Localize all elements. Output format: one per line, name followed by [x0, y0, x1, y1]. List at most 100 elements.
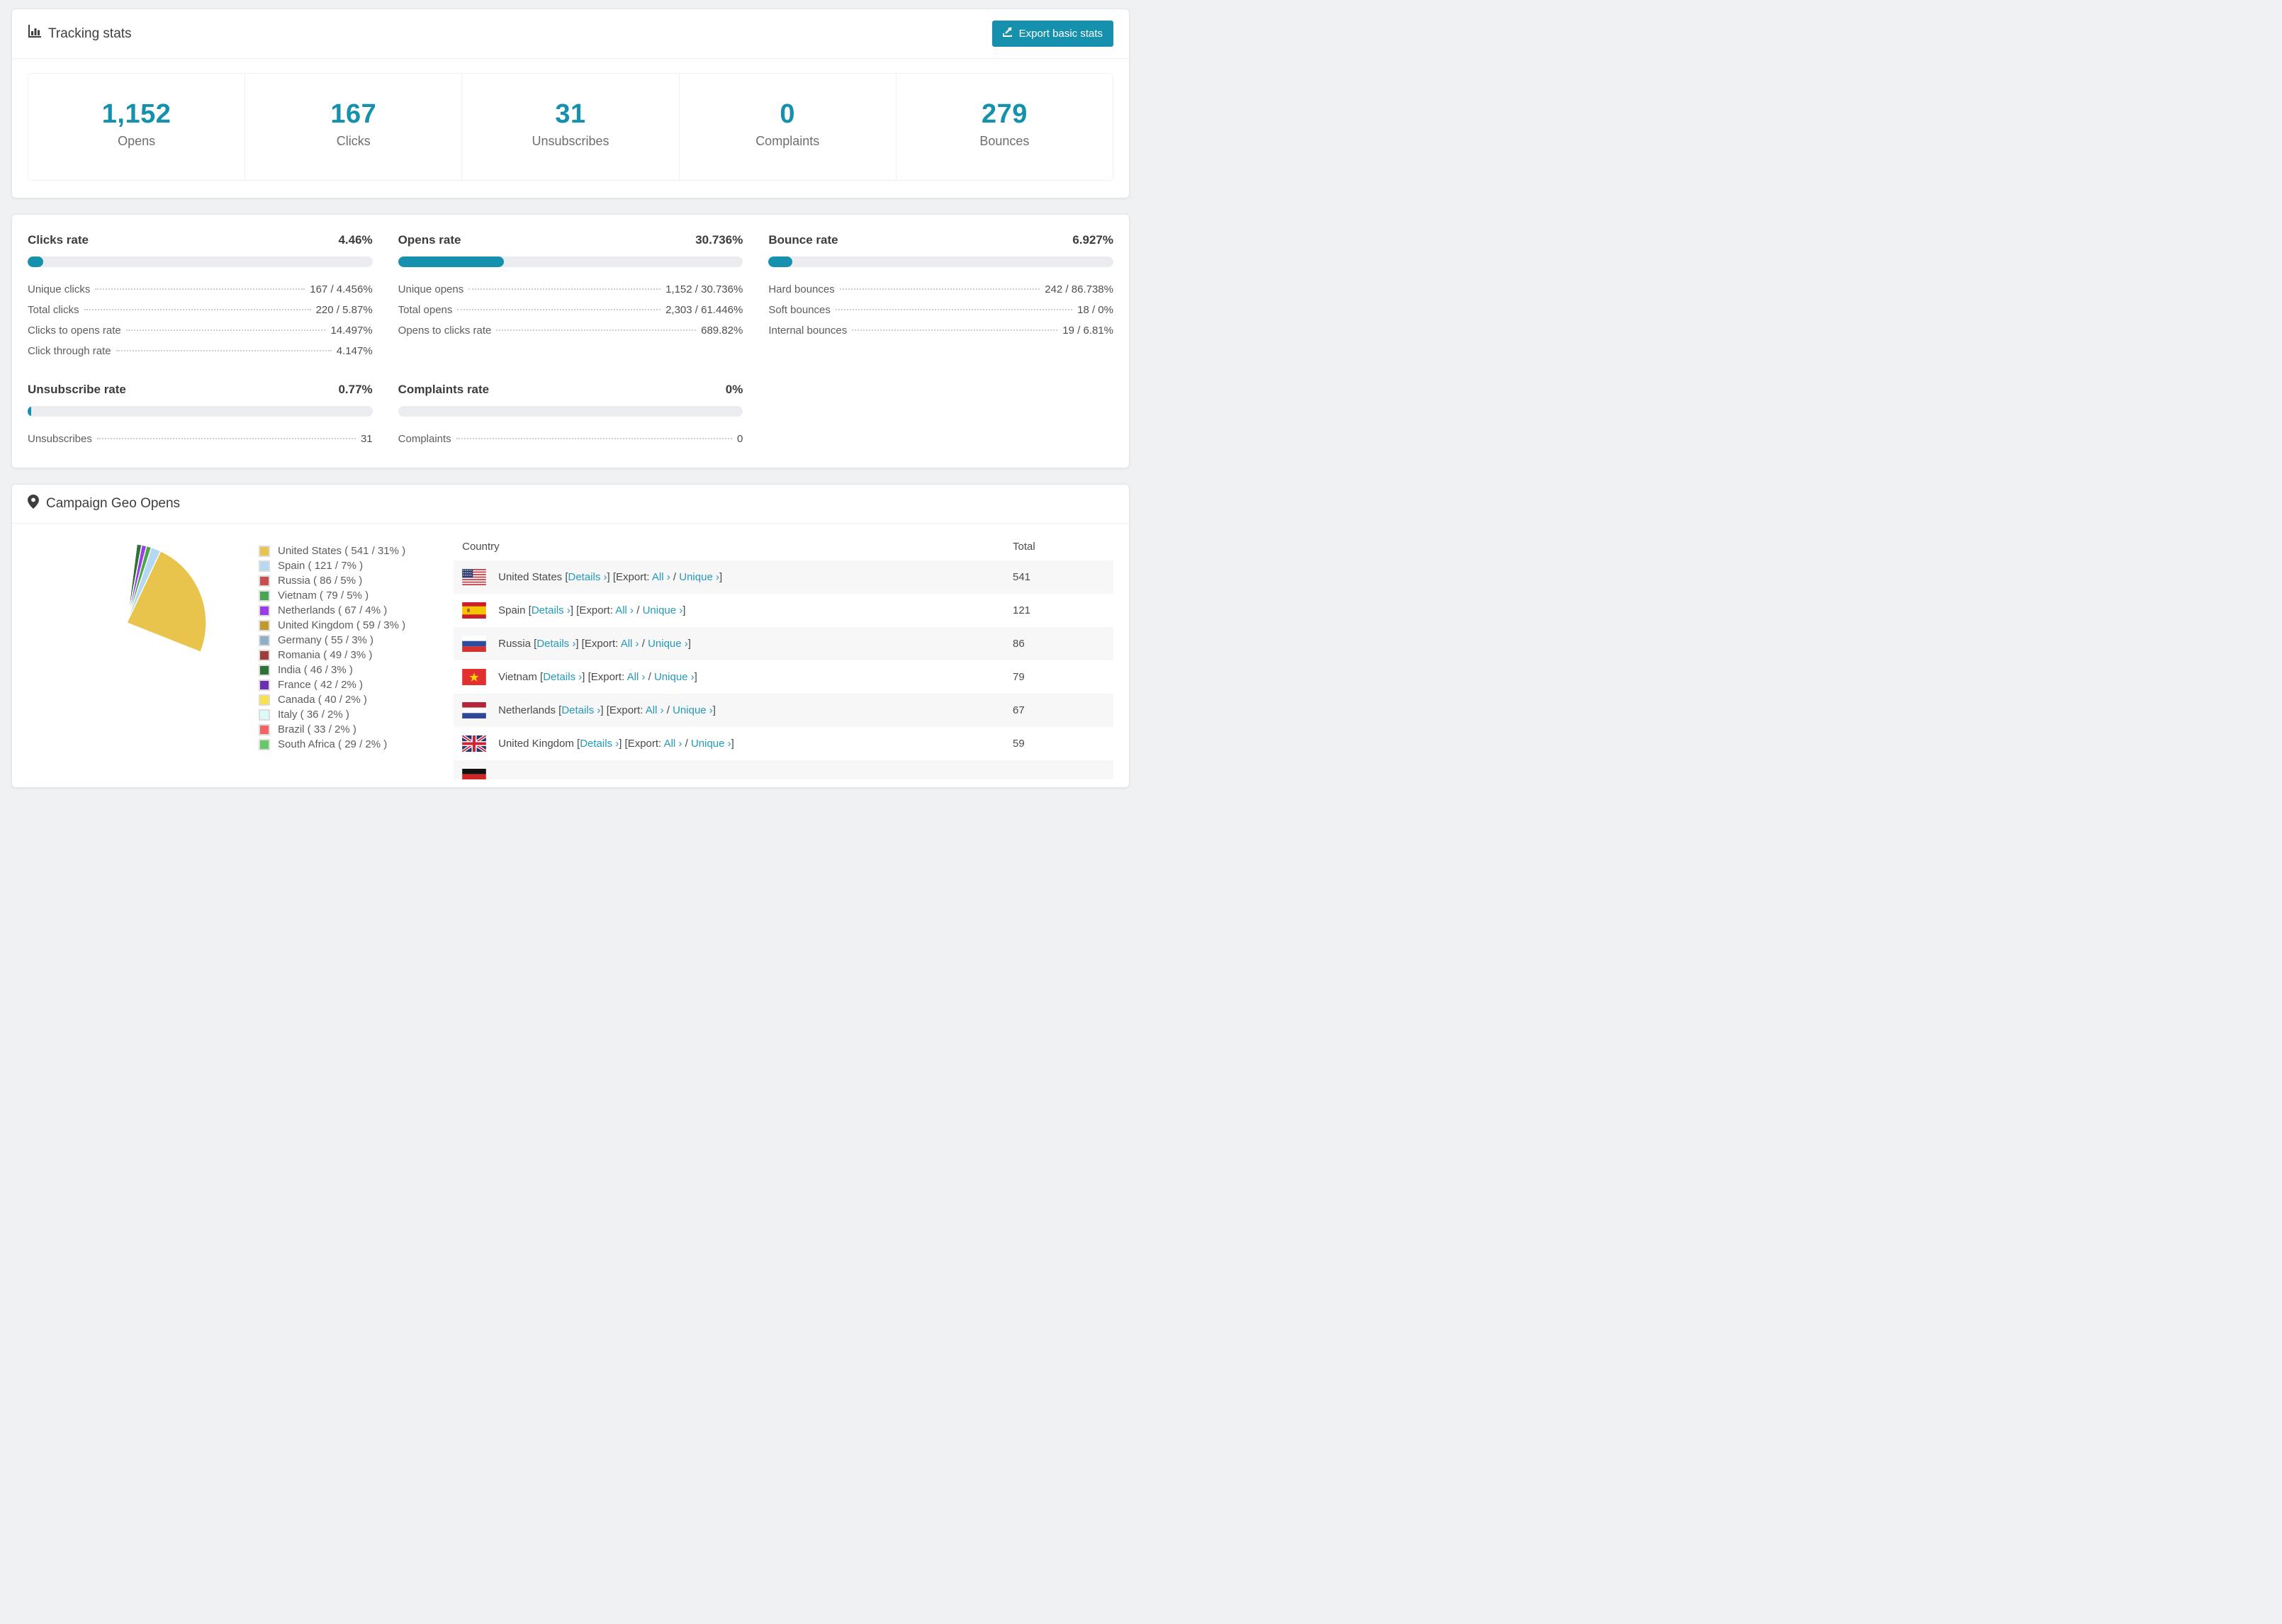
legend-swatch — [259, 560, 270, 572]
rate-progress-bar — [28, 256, 373, 267]
row-links: [Details ›] [Export: All › / Unique ›] — [540, 671, 697, 683]
export-all-link[interactable]: All › — [621, 638, 639, 650]
legend-label: Vietnam ( 79 / 5% ) — [278, 590, 369, 602]
export-all-link[interactable]: All › — [664, 738, 682, 750]
export-unique-link[interactable]: Unique › — [679, 571, 719, 583]
stat-box: 0 Complaints — [679, 74, 896, 180]
dashboard-page: Tracking stats Export basic stats 1,152 … — [0, 0, 1141, 796]
export-unique-link[interactable]: Unique › — [691, 738, 731, 750]
row-links: [Details ›] [Export: All › / Unique ›] — [528, 604, 686, 616]
legend-swatch — [259, 649, 270, 661]
details-link[interactable]: Details › — [532, 604, 570, 616]
export-unique-link[interactable]: Unique › — [654, 671, 695, 683]
rate-progress-fill — [28, 406, 31, 417]
details-link[interactable]: Details › — [536, 638, 575, 650]
geo-opens-title-text: Campaign Geo Opens — [46, 496, 181, 511]
export-all-link[interactable]: All › — [646, 704, 664, 716]
country-cell: Russia [Details ›] [Export: All › / Uniq… — [462, 636, 1013, 652]
rate-block: Opens rate 30.736% Unique opens 1,152 / … — [398, 233, 743, 361]
geo-opens-title: Campaign Geo Opens — [28, 495, 180, 513]
rate-detail-row: Clicks to opens rate 14.497% — [28, 320, 373, 341]
rate-detail-label: Soft bounces — [768, 304, 831, 316]
rates-card: Clicks rate 4.46% Unique clicks 167 / 4.… — [11, 214, 1130, 468]
legend-label: Romania ( 49 / 3% ) — [278, 649, 373, 661]
rate-progress-fill — [28, 256, 43, 267]
geo-country-table: Country Total United States [Details ›] [E… — [454, 532, 1113, 779]
tracking-stats-title: Tracking stats — [28, 25, 132, 43]
geo-opens-card: Campaign Geo Opens United States ( 541 /… — [11, 484, 1130, 788]
legend-item: India ( 46 / 3% ) — [259, 662, 405, 677]
geo-table-row: Netherlands [Details ›] [Export: All › /… — [454, 694, 1113, 727]
country-name: Russia — [498, 638, 534, 650]
legend-item: France ( 42 / 2% ) — [259, 677, 405, 692]
rate-detail-rows: Unique opens 1,152 / 30.736% Total opens… — [398, 279, 743, 341]
rate-detail-label: Hard bounces — [768, 283, 835, 295]
rate-detail-value: 4.147% — [336, 345, 373, 357]
bar-chart-icon — [28, 25, 41, 43]
rate-title: Clicks rate — [28, 233, 89, 247]
rate-detail-row: Total clicks 220 / 5.87% — [28, 300, 373, 320]
row-links: [Details ›] [Export: All › / Unique ›] — [577, 738, 734, 750]
legend-swatch — [259, 738, 270, 750]
rate-detail-label: Total opens — [398, 304, 453, 316]
stats-summary-row: 1,152 Opens 167 Clicks 31 Unsubscribes 0… — [28, 73, 1113, 181]
export-icon — [1002, 27, 1013, 40]
rate-detail-row: Soft bounces 18 / 0% — [768, 300, 1113, 320]
export-all-link[interactable]: All › — [652, 571, 670, 583]
rate-detail-label: Total clicks — [28, 304, 79, 316]
row-links: [Details ›] [Export: All › / Unique ›] — [558, 704, 716, 716]
rate-detail-label: Click through rate — [28, 345, 111, 357]
export-unique-link[interactable]: Unique › — [673, 704, 713, 716]
legend-swatch — [259, 694, 270, 706]
export-unique-link[interactable]: Unique › — [643, 604, 683, 616]
rate-detail-value: 242 / 86.738% — [1045, 283, 1113, 295]
dotted-leader — [95, 288, 305, 290]
export-basic-stats-button[interactable]: Export basic stats — [991, 21, 1113, 47]
dotted-leader — [835, 309, 1073, 310]
rate-detail-label: Complaints — [398, 433, 451, 445]
geo-table-row: United Kingdom [Details ›] [Export: All … — [454, 727, 1113, 760]
stat-box: 1,152 Opens — [28, 74, 246, 180]
geo-opens-header: Campaign Geo Opens — [12, 485, 1129, 524]
rate-detail-row: Opens to clicks rate 689.82% — [398, 320, 743, 341]
es-flag-icon — [462, 602, 486, 619]
rate-detail-row: Unique clicks 167 / 4.456% — [28, 279, 373, 300]
stat-value: 0 — [780, 99, 796, 129]
export-unique-link[interactable]: Unique › — [648, 638, 688, 650]
row-links: [Details ›] [Export: All › / Unique ›] — [534, 638, 691, 650]
rate-block: Unsubscribe rate 0.77% Unsubscribes 31 — [28, 383, 373, 449]
rate-detail-rows: Unique clicks 167 / 4.456% Total clicks … — [28, 279, 373, 361]
rate-progress-bar — [398, 256, 743, 267]
rate-block: Complaints rate 0% Complaints 0 — [398, 383, 743, 449]
country-cell: United States [Details ›] [Export: All ›… — [462, 569, 1013, 585]
details-link[interactable]: Details › — [580, 738, 619, 750]
rate-detail-value: 0 — [736, 433, 743, 445]
details-link[interactable]: Details › — [568, 571, 607, 583]
legend-item: Canada ( 40 / 2% ) — [259, 692, 405, 707]
total-cell: 59 — [1013, 738, 1025, 750]
rate-title: Complaints rate — [398, 383, 490, 396]
legend-swatch — [259, 723, 270, 735]
row-links: [Details ›] [Export: All › / Unique ›] — [565, 571, 723, 583]
geo-table-row: Spain [Details ›] [Export: All › / Uniqu… — [454, 594, 1113, 627]
stat-label: Opens — [118, 134, 156, 148]
country-cell: Netherlands [Details ›] [Export: All › /… — [462, 702, 1013, 718]
stat-value: 279 — [981, 99, 1028, 129]
details-link[interactable]: Details › — [543, 671, 582, 683]
rate-detail-label: Internal bounces — [768, 325, 848, 337]
rate-detail-row: Total opens 2,303 / 61.446% — [398, 300, 743, 320]
legend-swatch — [259, 634, 270, 646]
legend-label: Germany ( 55 / 3% ) — [278, 634, 374, 646]
details-link[interactable]: Details › — [561, 704, 600, 716]
country-cell: United Kingdom [Details ›] [Export: All … — [462, 735, 1013, 752]
legend-swatch — [259, 679, 270, 691]
rate-title: Bounce rate — [768, 233, 838, 247]
country-name: Spain — [498, 604, 529, 616]
stat-label: Bounces — [979, 134, 1030, 148]
rate-value: 30.736% — [695, 233, 743, 247]
rate-detail-value: 167 / 4.456% — [310, 283, 373, 295]
total-cell: 86 — [1013, 638, 1025, 650]
export-all-link[interactable]: All › — [627, 671, 646, 683]
rate-detail-rows: Unsubscribes 31 — [28, 429, 373, 449]
export-all-link[interactable]: All › — [615, 604, 634, 616]
